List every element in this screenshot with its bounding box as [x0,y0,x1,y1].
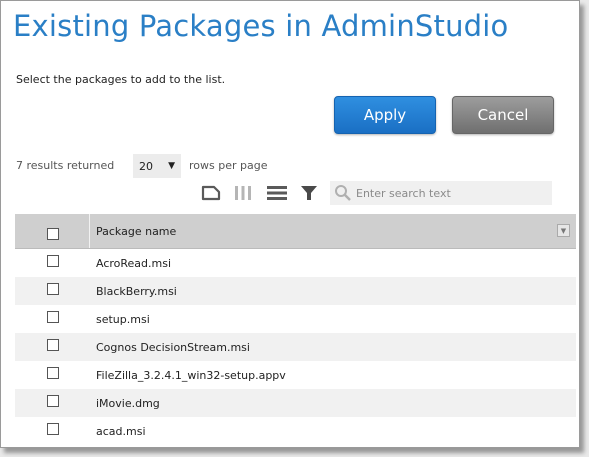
table-header: Package name ▼ [15,214,576,249]
column-header-package-name[interactable]: Package name [96,225,176,238]
columns-icon[interactable] [232,183,254,203]
filter-icon[interactable] [298,183,320,203]
package-name-cell: Cognos DecisionStream.msi [96,341,250,354]
table-row[interactable]: setup.msi [15,305,576,333]
chevron-down-icon: ▼ [168,161,175,171]
package-name-cell: FileZilla_3.2.4.1_win32-setup.appv [96,369,286,382]
table-row[interactable]: Cognos DecisionStream.msi [15,333,576,361]
package-name-cell: setup.msi [96,313,150,326]
column-menu-chevron-icon[interactable]: ▼ [557,224,570,237]
search-icon [334,184,352,206]
package-name-cell: BlackBerry.msi [96,285,177,298]
table-row[interactable]: acad.msi [15,417,576,445]
dialog-title: Existing Packages in AdminStudio [13,9,509,43]
select-all-checkbox[interactable] [47,228,59,240]
table-row[interactable]: iMovie.dmg [15,389,576,417]
rows-icon[interactable] [266,183,288,203]
results-count: 7 results returned [16,159,115,172]
packages-table: Package name ▼ AcroRead.msi BlackBerry.m… [15,214,576,445]
row-checkbox[interactable] [47,339,59,351]
tag-icon[interactable] [200,183,222,203]
search-box [330,181,552,205]
table-row[interactable]: BlackBerry.msi [15,277,576,305]
search-input[interactable] [356,181,546,205]
existing-packages-dialog: Existing Packages in AdminStudio Select … [0,0,580,448]
table-row[interactable]: AcroRead.msi [15,249,576,277]
row-checkbox[interactable] [47,395,59,407]
package-name-cell: iMovie.dmg [96,397,160,410]
row-checkbox[interactable] [47,423,59,435]
row-checkbox[interactable] [47,283,59,295]
rows-per-page-label: rows per page [189,159,268,172]
table-row[interactable]: FileZilla_3.2.4.1_win32-setup.appv [15,361,576,389]
package-name-cell: acad.msi [96,425,146,438]
rows-per-page-value: 20 [139,159,153,173]
instruction-text: Select the packages to add to the list. [16,73,226,86]
header-checkbox-cell [15,214,90,248]
row-checkbox[interactable] [47,367,59,379]
row-checkbox[interactable] [47,311,59,323]
cancel-button[interactable]: Cancel [452,96,554,134]
apply-button[interactable]: Apply [334,96,436,134]
row-checkbox[interactable] [47,255,59,267]
rows-per-page-select[interactable]: 20 ▼ [133,154,181,178]
package-name-cell: AcroRead.msi [96,257,172,270]
